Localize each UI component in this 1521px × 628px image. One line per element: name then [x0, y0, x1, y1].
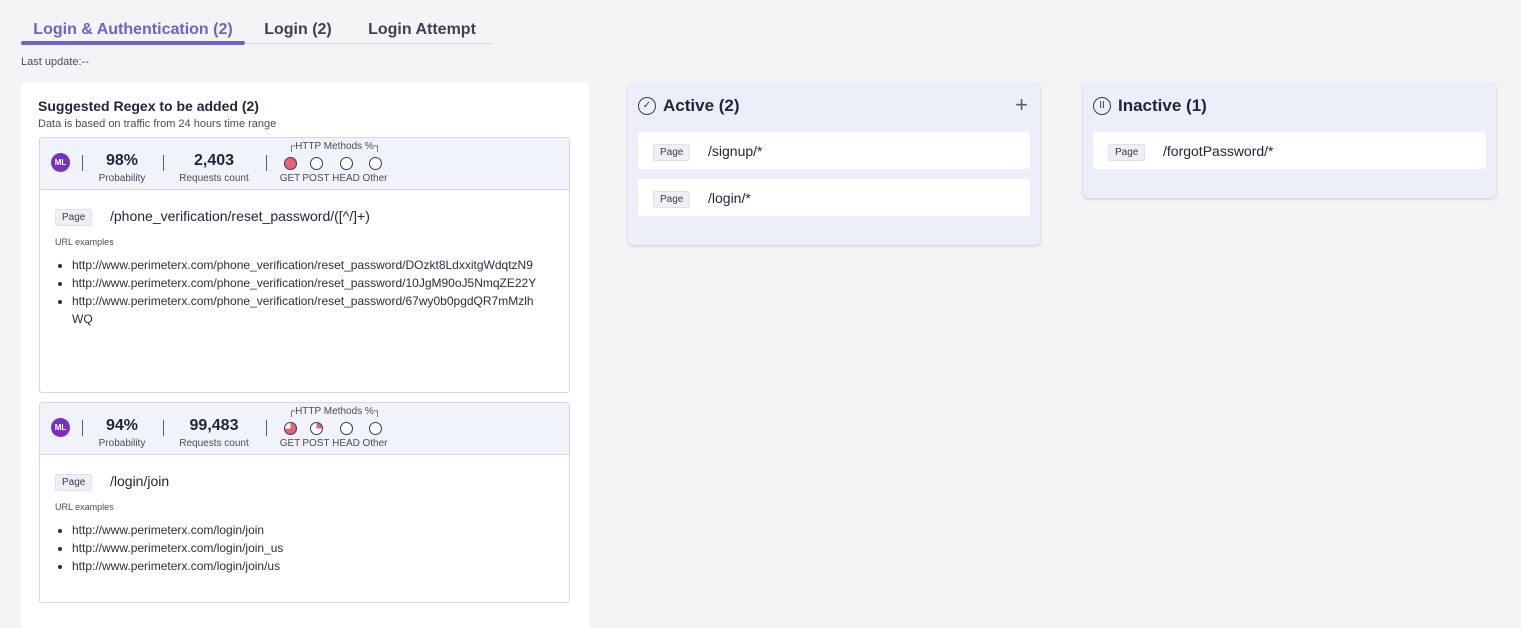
method-label: HEAD: [332, 173, 360, 184]
http-methods-title: ┌HTTP Methods %┐: [288, 141, 381, 152]
active-title: Active (2): [663, 96, 740, 115]
method-post: POST: [301, 157, 331, 184]
page-tag: Page: [653, 144, 691, 161]
regex-path: /signup/*: [708, 143, 763, 159]
add-icon[interactable]: +: [1015, 92, 1028, 118]
method-pie-icon: [339, 157, 353, 170]
probability-label: Probability: [98, 438, 146, 449]
page-tag: Page: [653, 191, 691, 208]
url-example: http://www.perimeterx.com/login/join: [72, 521, 542, 539]
page-tag: Page: [55, 474, 93, 491]
pause-circle-icon: II: [1093, 97, 1111, 115]
url-example: http://www.perimeterx.com/phone_verifica…: [72, 256, 542, 274]
regex-path: /forgotPassword/*: [1163, 143, 1274, 159]
probability-label: Probability: [98, 173, 146, 184]
page-tag: Page: [1108, 144, 1146, 161]
method-pie-icon: [309, 422, 323, 435]
suggested-regex-panel: Suggested Regex to be added (2) Data is …: [21, 82, 589, 628]
inactive-panel: II Inactive (1) Page /forgotPassword/*: [1083, 83, 1496, 198]
divider: [163, 420, 164, 436]
regex-path: /login/*: [708, 190, 751, 206]
url-example: http://www.perimeterx.com/login/join/us: [72, 557, 542, 575]
requests-label: Requests count: [179, 173, 249, 184]
method-label: Other: [362, 173, 388, 184]
divider: [163, 155, 164, 171]
suggestion-card-header: ML 94% Probability 99,483 Requests count…: [40, 403, 569, 455]
method-label: HEAD: [332, 438, 360, 449]
divider: [266, 155, 267, 171]
regex-pattern: /login/join: [110, 473, 170, 489]
method-post: POST: [301, 422, 331, 449]
url-examples-list: http://www.perimeterx.com/phone_verifica…: [72, 256, 542, 328]
divider: [266, 420, 267, 436]
requests-stat: 99,483 Requests count: [178, 417, 250, 449]
requests-value: 99,483: [189, 417, 239, 434]
url-example: http://www.perimeterx.com/login/join_us: [72, 539, 542, 557]
method-head: HEAD: [331, 422, 361, 449]
tab-login[interactable]: Login (2): [245, 14, 351, 43]
http-methods-title: ┌HTTP Methods %┐: [288, 406, 381, 417]
active-row[interactable]: Page /login/*: [638, 179, 1030, 216]
url-examples-label: URL examples: [55, 237, 114, 247]
ml-badge: ML: [51, 418, 70, 437]
requests-value: 2,403: [193, 152, 235, 169]
tab-login-attempt[interactable]: Login Attempt: [351, 14, 493, 43]
inactive-row[interactable]: Page /forgotPassword/*: [1093, 132, 1486, 169]
probability-value: 98%: [105, 152, 139, 169]
suggestion-card-header: ML 98% Probability 2,403 Requests count …: [40, 138, 569, 190]
method-pie-icon: [309, 157, 323, 170]
divider: [82, 420, 83, 436]
method-pie-icon: [283, 422, 297, 435]
ml-badge: ML: [51, 153, 70, 172]
suggestion-card[interactable]: ML 98% Probability 2,403 Requests count …: [39, 137, 570, 393]
page-tag: Page: [55, 209, 93, 226]
active-panel: ✓ Active (2) + Page /signup/* Page /logi…: [628, 83, 1040, 245]
tab-login-authentication[interactable]: Login & Authentication (2): [21, 14, 245, 45]
tab-bar: Login & Authentication (2) Login (2) Log…: [21, 14, 493, 45]
probability-value: 94%: [105, 417, 139, 434]
suggestion-card[interactable]: ML 94% Probability 99,483 Requests count…: [39, 402, 570, 603]
suggested-title: Suggested Regex to be added (2): [38, 98, 259, 114]
method-head: HEAD: [331, 157, 361, 184]
method-label: POST: [302, 438, 330, 449]
last-update: Last update:--: [21, 56, 89, 68]
method-other: Other: [360, 157, 390, 184]
divider: [82, 155, 83, 171]
method-pie-icon: [339, 422, 353, 435]
url-example: http://www.perimeterx.com/phone_verifica…: [72, 274, 542, 292]
probability-stat: 98% Probability: [98, 152, 146, 184]
method-pie-icon: [283, 157, 297, 170]
method-other: Other: [360, 422, 390, 449]
url-examples-label: URL examples: [55, 502, 114, 512]
method-pie-icon: [368, 157, 382, 170]
inactive-title: Inactive (1): [1118, 96, 1207, 115]
requests-label: Requests count: [179, 438, 249, 449]
method-pie-icon: [368, 422, 382, 435]
active-row[interactable]: Page /signup/*: [638, 132, 1030, 169]
probability-stat: 94% Probability: [98, 417, 146, 449]
method-label: POST: [302, 173, 330, 184]
suggested-subtitle: Data is based on traffic from 24 hours t…: [38, 118, 277, 130]
regex-pattern: /phone_verification/reset_password/([^/]…: [110, 208, 370, 224]
method-label: Other: [362, 438, 388, 449]
requests-stat: 2,403 Requests count: [178, 152, 250, 184]
url-example: http://www.perimeterx.com/phone_verifica…: [72, 292, 542, 328]
check-circle-icon: ✓: [638, 97, 656, 115]
url-examples-list: http://www.perimeterx.com/login/join htt…: [72, 521, 542, 575]
